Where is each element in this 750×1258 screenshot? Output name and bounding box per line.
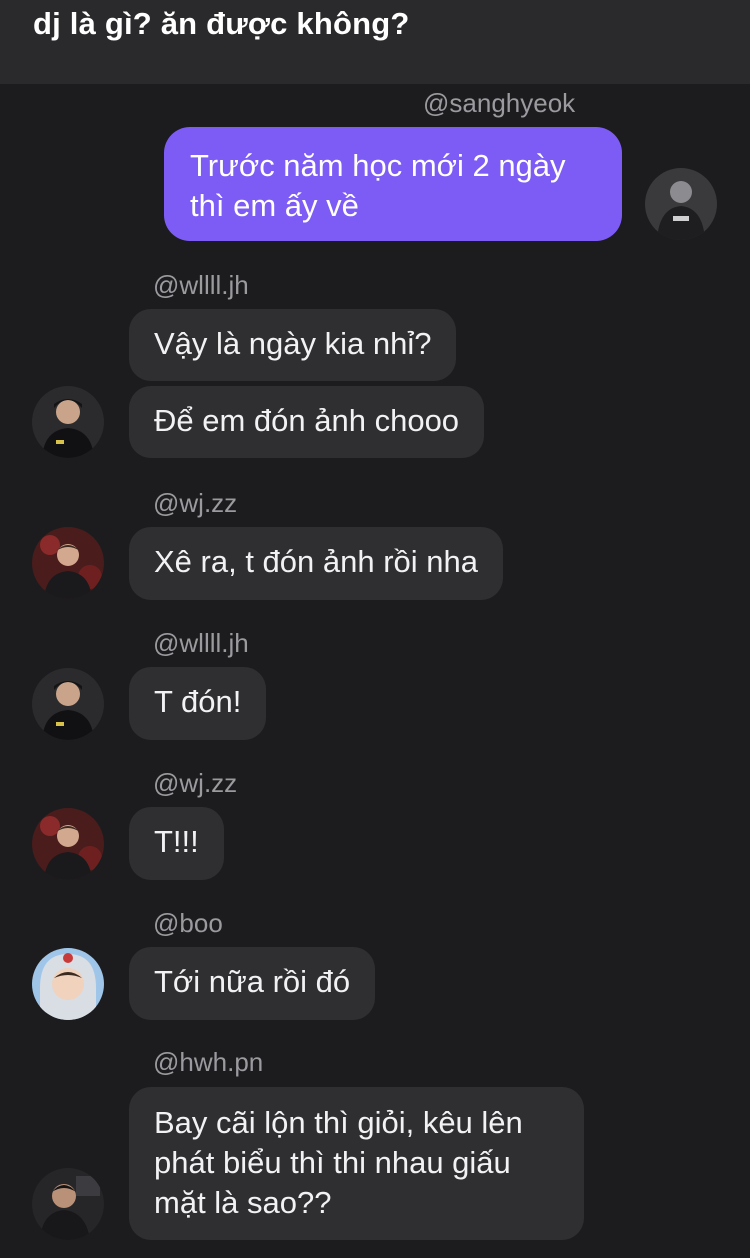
- chat-title: dj là gì? ăn được không?: [33, 6, 410, 41]
- message-bubble[interactable]: Vậy là ngày kia nhỉ?: [129, 309, 457, 381]
- message-sender: @wllll.jh: [153, 270, 249, 300]
- message-bubble[interactable]: Xê ra, t đón ảnh rồi nha: [129, 527, 504, 600]
- user-avatar-icon[interactable]: [32, 668, 104, 740]
- user-avatar-icon[interactable]: [32, 527, 104, 599]
- message-sender: @hwh.pn: [153, 1047, 264, 1077]
- message-bubble[interactable]: T đón!: [129, 667, 267, 740]
- user-avatar-icon[interactable]: [32, 1168, 104, 1240]
- message-sender: @sanghyeok: [423, 88, 576, 118]
- message-bubble[interactable]: Để em đón ảnh chooo: [129, 386, 485, 458]
- user-avatar-icon[interactable]: [645, 168, 717, 240]
- message-sender: @boo: [153, 908, 223, 938]
- user-avatar-icon[interactable]: [32, 808, 104, 880]
- user-avatar-icon[interactable]: [32, 948, 104, 1020]
- message-bubble[interactable]: Tới nữa rồi đó: [129, 947, 376, 1020]
- message-sender: @wj.zz: [153, 488, 238, 518]
- message-bubble[interactable]: T!!!: [129, 807, 224, 880]
- chat-header: dj là gì? ăn được không?: [0, 0, 750, 84]
- user-avatar-icon[interactable]: [32, 386, 104, 458]
- message-sender: @wllll.jh: [153, 628, 249, 658]
- message-bubble[interactable]: Bay cãi lộn thì giỏi, kêu lên phát biểu …: [129, 1087, 584, 1240]
- message-bubble-own[interactable]: Trước năm học mới 2 ngày thì em ấy về: [164, 127, 622, 241]
- message-sender: @wj.zz: [153, 768, 238, 798]
